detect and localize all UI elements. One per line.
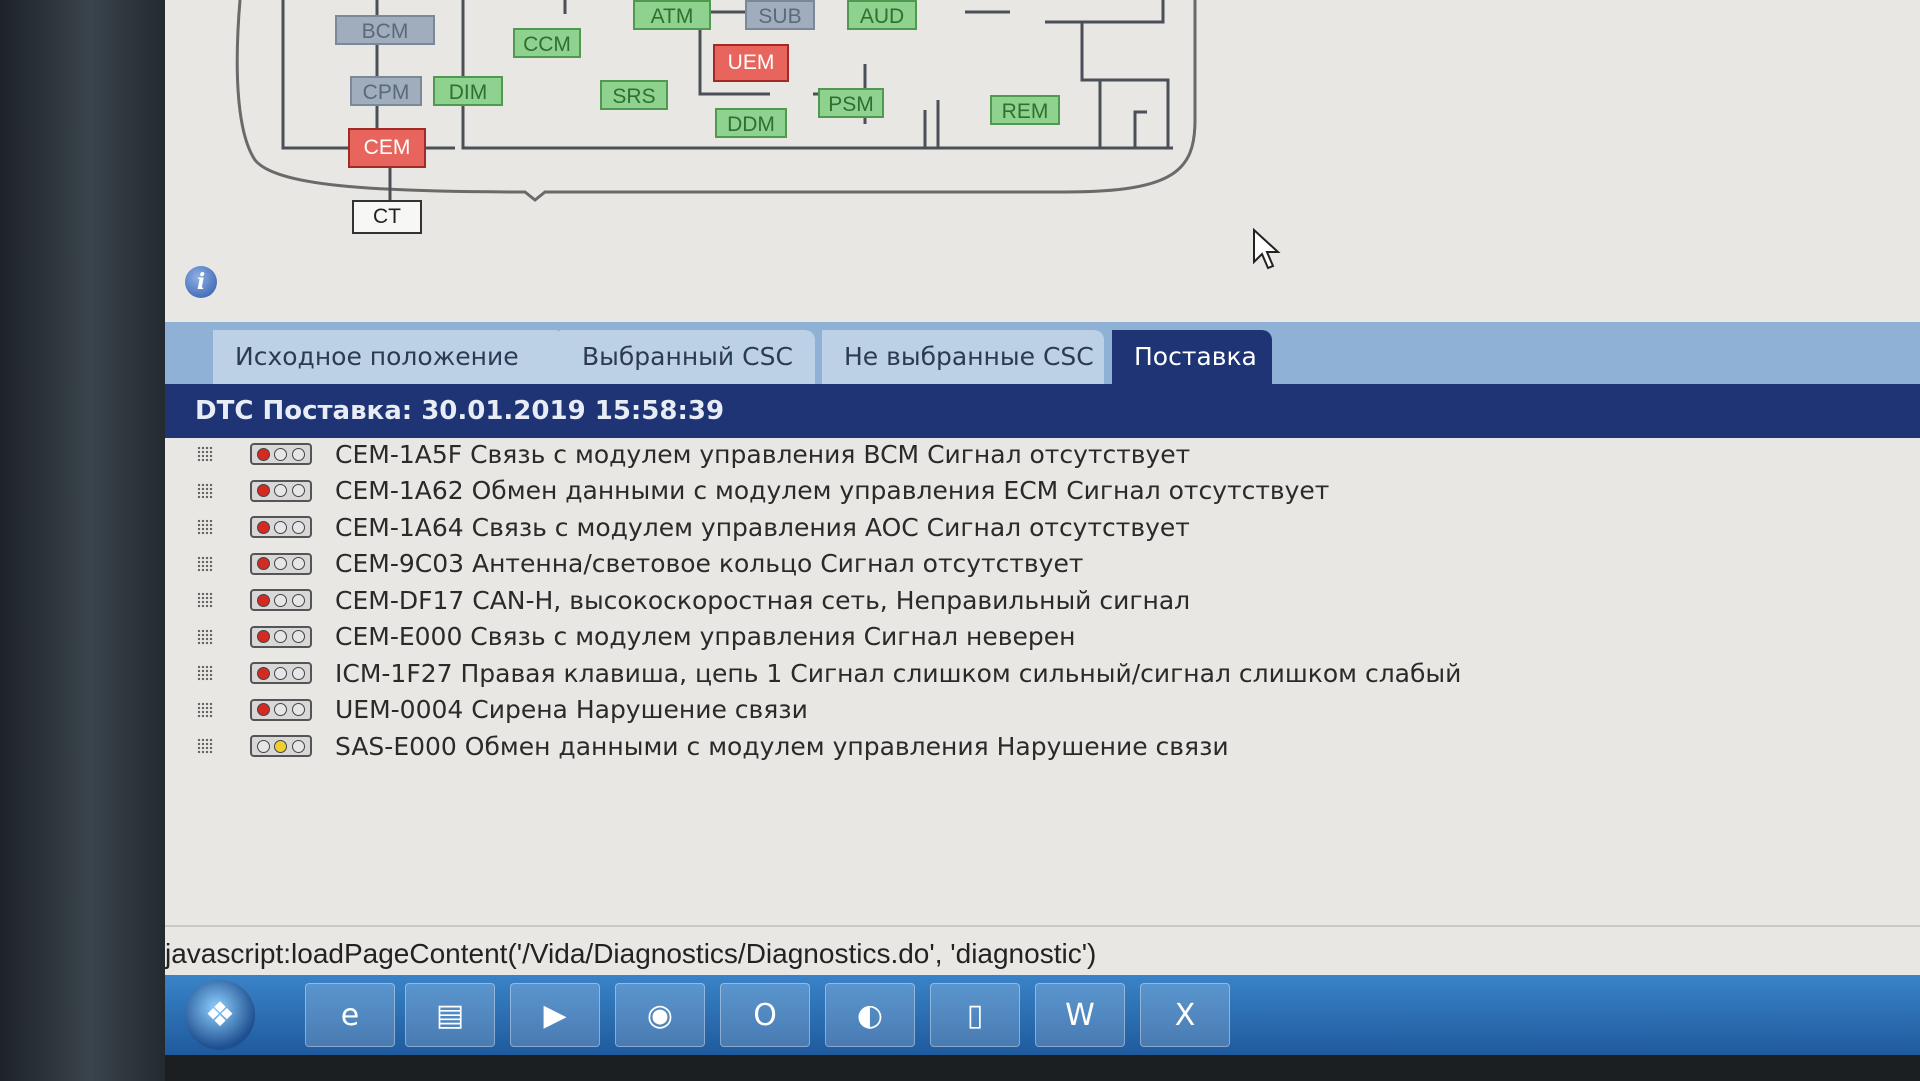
outlook-icon[interactable]: O (720, 983, 810, 1047)
drag-handle-icon[interactable] (197, 628, 213, 645)
status-bar-text: javascript:loadPageContent('/Vida/Diagno… (165, 938, 1097, 969)
chrome-icon[interactable]: ◉ (615, 983, 705, 1047)
node-bcm[interactable]: BCM (335, 15, 435, 45)
dtc-row[interactable]: CEM-E000 Связь с модулем управления Сигн… (165, 619, 1920, 656)
dtc-row[interactable]: CEM-1A5F Связь с модулем управления BCM … (165, 436, 1920, 473)
dtc-text: CEM-1A64 Связь с модулем управления AOC … (335, 512, 1190, 542)
dtc-header: DTC Поставка: 30.01.2019 15:58:39 (165, 384, 1920, 438)
node-srs[interactable]: SRS (600, 80, 668, 110)
status-lights-icon (250, 698, 312, 721)
node-cem[interactable]: CEM (348, 128, 426, 168)
file-explorer-icon[interactable]: ▤ (405, 983, 495, 1047)
dtc-row[interactable]: CEM-1A62 Обмен данными с модулем управле… (165, 473, 1920, 510)
drag-handle-icon[interactable] (197, 555, 213, 572)
status-separator (165, 925, 1920, 927)
excel-icon[interactable]: X (1140, 983, 1230, 1047)
status-lights-icon (250, 662, 312, 685)
status-lights-icon (250, 552, 312, 575)
node-cpm[interactable]: CPM (350, 76, 422, 106)
firefox-icon[interactable]: ◐ (825, 983, 915, 1047)
status-lights-icon (250, 479, 312, 502)
tab-initial-position[interactable]: Исходное положение (213, 330, 565, 384)
drag-handle-icon[interactable] (197, 738, 213, 755)
internet-explorer-icon[interactable]: e (305, 983, 395, 1047)
dtc-text: CEM-9C03 Антенна/световое кольцо Сигнал … (335, 549, 1084, 579)
taskbar: ❖ e ▤ ▶ ◉ O ◐ ▯ W X (165, 975, 1920, 1055)
mouse-cursor-icon (1253, 228, 1281, 270)
monitor-bezel (0, 0, 165, 1081)
tab-bar: Исходное положение Выбранный CSC Не выбр… (165, 322, 1920, 384)
dtc-text: CEM-E000 Связь с модулем управления Сигн… (335, 622, 1076, 652)
drag-handle-icon[interactable] (197, 482, 213, 499)
dtc-text: ICM-1F27 Правая клавиша, цепь 1 Сигнал с… (335, 658, 1462, 688)
node-aud[interactable]: AUD (847, 0, 917, 30)
dtc-row[interactable]: CEM-9C03 Антенна/световое кольцо Сигнал … (165, 546, 1920, 583)
drag-handle-icon[interactable] (197, 592, 213, 609)
monitor-bottom-bezel (165, 1055, 1920, 1081)
vida-diagnostics-screen: BCM ATM SUB AUD CCM UEM CPM DIM SRS PSM … (165, 0, 1920, 1081)
node-rem[interactable]: REM (990, 95, 1060, 125)
notepad-icon[interactable]: ▯ (930, 983, 1020, 1047)
tab-unselected-csc[interactable]: Не выбранные CSC (822, 330, 1104, 384)
dtc-row[interactable]: SAS-E000 Обмен данными с модулем управле… (165, 728, 1920, 765)
node-ccm[interactable]: CCM (513, 28, 581, 58)
node-uem[interactable]: UEM (713, 44, 789, 82)
status-lights-icon (250, 516, 312, 539)
tab-selected-csc[interactable]: Выбранный CSC (560, 330, 815, 384)
drag-handle-icon[interactable] (197, 446, 213, 463)
word-icon[interactable]: W (1035, 983, 1125, 1047)
drag-handle-icon[interactable] (197, 701, 213, 718)
node-dim[interactable]: DIM (433, 76, 503, 106)
dtc-text: CEM-1A62 Обмен данными с модулем управле… (335, 476, 1330, 506)
dtc-text: CEM-DF17 CAN-H, высокоскоростная сеть, Н… (335, 585, 1191, 615)
drag-handle-icon[interactable] (197, 519, 213, 536)
status-lights-icon (250, 625, 312, 648)
info-icon[interactable]: i (185, 266, 217, 298)
node-psm[interactable]: PSM (818, 88, 884, 118)
status-lights-icon (250, 443, 312, 466)
dtc-row[interactable]: ICM-1F27 Правая клавиша, цепь 1 Сигнал с… (165, 655, 1920, 692)
drag-handle-icon[interactable] (197, 665, 213, 682)
media-player-icon[interactable]: ▶ (510, 983, 600, 1047)
dtc-text: CEM-1A5F Связь с модулем управления BCM … (335, 439, 1191, 469)
dtc-list: CEM-1A5F Связь с модулем управления BCM … (165, 436, 1920, 765)
network-diagram: BCM ATM SUB AUD CCM UEM CPM DIM SRS PSM … (165, 0, 1920, 260)
status-lights-icon (250, 735, 312, 758)
start-button[interactable]: ❖ (185, 980, 255, 1050)
status-lights-icon (250, 589, 312, 612)
tab-delivery[interactable]: Поставка (1112, 330, 1272, 384)
node-atm[interactable]: ATM (633, 0, 711, 30)
dtc-row[interactable]: UEM-0004 Сирена Нарушение связи (165, 692, 1920, 729)
dtc-row[interactable]: CEM-DF17 CAN-H, высокоскоростная сеть, Н… (165, 582, 1920, 619)
dtc-text: UEM-0004 Сирена Нарушение связи (335, 695, 808, 725)
node-sub[interactable]: SUB (745, 0, 815, 30)
node-ddm[interactable]: DDM (715, 108, 787, 138)
node-ct[interactable]: CT (352, 200, 422, 234)
dtc-row[interactable]: CEM-1A64 Связь с модулем управления AOC … (165, 509, 1920, 546)
dtc-text: SAS-E000 Обмен данными с модулем управле… (335, 731, 1229, 761)
